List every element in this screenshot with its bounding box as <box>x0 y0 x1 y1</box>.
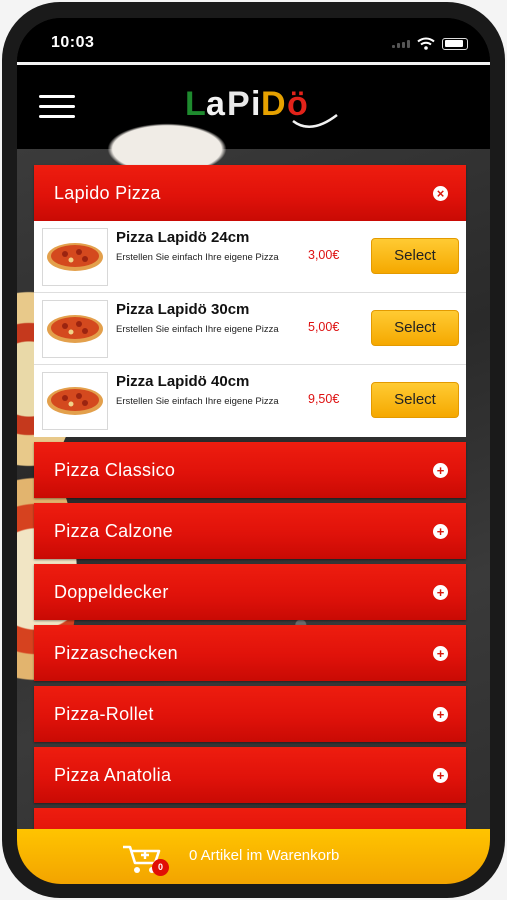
svg-text:i: i <box>251 85 260 123</box>
menu-hamburger-icon[interactable] <box>39 93 75 119</box>
pizza-thumbnail <box>42 300 108 358</box>
battery-icon <box>442 37 468 50</box>
select-button[interactable]: Select <box>371 238 459 274</box>
phone-frame: 10:03 L a P i D ö Lapido Pizza × Pizza L… <box>0 0 507 900</box>
cart-count-badge: 0 <box>152 859 169 876</box>
category-header-pizza-rollet[interactable]: Pizza-Rollet + <box>34 686 466 742</box>
pizza-thumbnail <box>42 228 108 286</box>
select-button[interactable]: Select <box>371 310 459 346</box>
svg-text:D: D <box>261 85 286 123</box>
app-screen: 10:03 L a P i D ö Lapido Pizza × Pizza L… <box>17 18 490 884</box>
category-label: Pizza Classico <box>54 460 176 480</box>
plus-circle-icon[interactable]: + <box>433 768 448 783</box>
status-bar: 10:03 <box>17 18 490 66</box>
menu-content: Lapido Pizza × Pizza Lapidö 24cm Erstell… <box>17 119 490 864</box>
svg-text:P: P <box>227 85 250 123</box>
svg-text:L: L <box>185 85 206 123</box>
menu-item: Pizza Lapidö 24cm Erstellen Sie einfach … <box>34 221 466 293</box>
plus-circle-icon[interactable]: + <box>433 524 448 539</box>
category-label: Doppeldecker <box>54 582 169 602</box>
item-price: 3,00€ <box>308 248 340 262</box>
item-name: Pizza Lapidö 40cm <box>116 373 250 390</box>
item-description: Erstellen Sie einfach Ihre eigene Pizza <box>116 324 279 335</box>
item-price: 5,00€ <box>308 320 340 334</box>
plus-circle-icon[interactable]: + <box>433 646 448 661</box>
wifi-icon <box>417 37 435 50</box>
item-price: 9,50€ <box>308 392 340 406</box>
category-label: Pizza Calzone <box>54 521 173 541</box>
category-header-pizza-calzone[interactable]: Pizza Calzone + <box>34 503 466 559</box>
category-header-lapido-pizza[interactable]: Lapido Pizza × <box>34 165 466 221</box>
status-time: 10:03 <box>51 34 95 51</box>
category-header-pizza-classico[interactable]: Pizza Classico + <box>34 442 466 498</box>
category-items: Pizza Lapidö 24cm Erstellen Sie einfach … <box>34 221 466 437</box>
select-button[interactable]: Select <box>371 382 459 418</box>
menu-item: Pizza Lapidö 40cm Erstellen Sie einfach … <box>34 365 466 437</box>
category-label: Pizza-Rollet <box>54 704 154 724</box>
item-description: Erstellen Sie einfach Ihre eigene Pizza <box>116 252 279 263</box>
category-label: Pizzaschecken <box>54 643 178 663</box>
svg-text:ö: ö <box>287 85 308 123</box>
category-list: Lapido Pizza × Pizza Lapidö 24cm Erstell… <box>34 165 466 869</box>
cart-bar[interactable]: 0 0 Artikel im Warenkorb <box>17 829 490 884</box>
pizza-thumbnail <box>42 372 108 430</box>
app-header: L a P i D ö <box>17 65 490 149</box>
plus-circle-icon[interactable]: + <box>433 585 448 600</box>
svg-text:a: a <box>206 85 226 123</box>
cart-label: 0 Artikel im Warenkorb <box>189 847 340 864</box>
category-header-pizzaschecken[interactable]: Pizzaschecken + <box>34 625 466 681</box>
category-label: Lapido Pizza <box>54 183 161 203</box>
plus-circle-icon[interactable]: + <box>433 707 448 722</box>
item-name: Pizza Lapidö 30cm <box>116 301 250 318</box>
signal-icon <box>392 39 410 48</box>
menu-item: Pizza Lapidö 30cm Erstellen Sie einfach … <box>34 293 466 365</box>
close-circle-icon[interactable]: × <box>433 186 448 201</box>
item-description: Erstellen Sie einfach Ihre eigene Pizza <box>116 396 279 407</box>
plus-circle-icon[interactable]: + <box>433 463 448 478</box>
category-label: Pizza Anatolia <box>54 765 172 785</box>
item-name: Pizza Lapidö 24cm <box>116 229 250 246</box>
status-icons <box>392 37 468 50</box>
category-header-doppeldecker[interactable]: Doppeldecker + <box>34 564 466 620</box>
category-header-pizza-anatolia[interactable]: Pizza Anatolia + <box>34 747 466 803</box>
